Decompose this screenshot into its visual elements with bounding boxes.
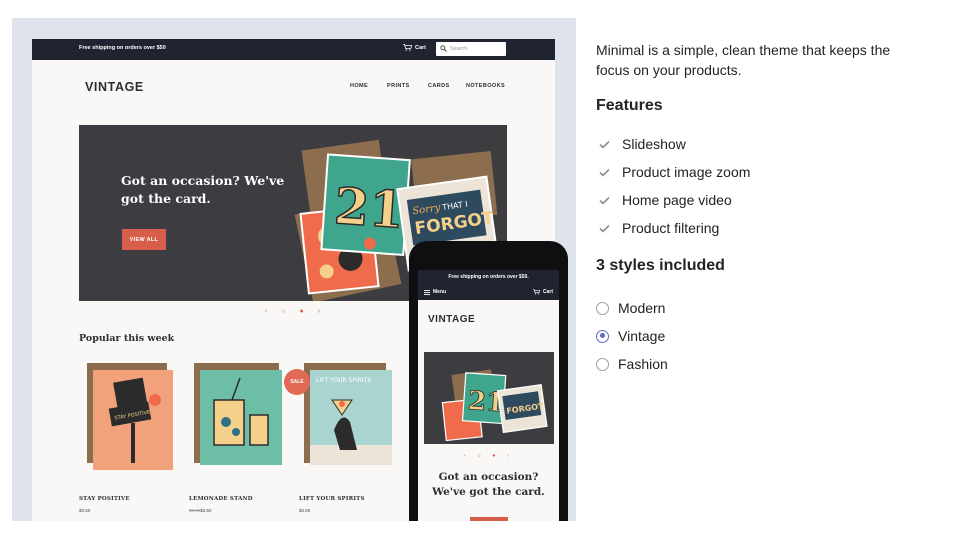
style-option-modern[interactable]: Modern bbox=[596, 300, 665, 316]
nav-cards[interactable]: CARDS bbox=[428, 83, 450, 89]
mobile-header-bar: Menu Cart bbox=[418, 285, 559, 300]
cart-icon bbox=[532, 289, 540, 295]
mobile-cart-label: Cart bbox=[542, 289, 553, 295]
announcement-bar: Free shipping on orders over $50 Cart Se… bbox=[32, 39, 555, 60]
product-name[interactable]: LEMONADE STAND bbox=[189, 496, 253, 502]
hero-card-number: 21 bbox=[332, 176, 406, 240]
cart-icon bbox=[403, 44, 412, 51]
cart-label: Cart bbox=[415, 44, 427, 51]
mobile-announcement: Free shipping on orders over $50. bbox=[418, 270, 559, 285]
slider-dots[interactable]: ‹ ○ ● › bbox=[265, 308, 326, 315]
feature-label: Home page video bbox=[622, 192, 732, 208]
nav-notebooks[interactable]: NOTEBOOKS bbox=[466, 83, 505, 89]
check-icon bbox=[598, 224, 610, 233]
product-name[interactable]: STAY POSITIVE bbox=[79, 496, 130, 502]
product-image-stay-positive[interactable]: STAY POSITIVE bbox=[85, 360, 177, 470]
product-image-lift-your-spirits[interactable]: LIFT YOUR SPIRITS bbox=[302, 360, 394, 470]
mobile-menu-label: Menu bbox=[433, 289, 447, 295]
features-heading: Features bbox=[596, 97, 663, 114]
feature-label: Product image zoom bbox=[622, 164, 751, 180]
style-radio-selected[interactable] bbox=[596, 329, 609, 343]
check-icon bbox=[598, 196, 610, 205]
mobile-screen: Free shipping on orders over $50. Menu C… bbox=[418, 270, 559, 521]
search-input[interactable]: Search bbox=[436, 42, 506, 56]
feature-label: Slideshow bbox=[622, 136, 686, 152]
theme-description: Minimal is a simple, clean theme that ke… bbox=[596, 42, 891, 78]
mobile-cart-link[interactable]: Cart bbox=[532, 289, 553, 295]
search-placeholder: Search bbox=[450, 46, 468, 52]
style-label[interactable]: Vintage bbox=[618, 328, 665, 344]
style-label[interactable]: Fashion bbox=[618, 356, 668, 372]
feature-item: Slideshow bbox=[596, 136, 686, 152]
feature-item: Product filtering bbox=[596, 220, 719, 236]
check-icon bbox=[598, 140, 610, 149]
store-logo[interactable]: VINTAGE bbox=[85, 80, 144, 94]
nav-prints[interactable]: PRINTS bbox=[387, 83, 410, 89]
mobile-store-logo[interactable]: VINTAGE bbox=[428, 314, 475, 325]
mobile-view-all-button[interactable] bbox=[470, 517, 508, 521]
mobile-menu-button[interactable]: Menu bbox=[424, 289, 446, 295]
mobile-preview: Free shipping on orders over $50. Menu C… bbox=[409, 241, 568, 521]
feature-item: Home page video bbox=[596, 192, 732, 208]
view-all-button[interactable]: VIEW ALL bbox=[122, 229, 166, 250]
section-title: Popular this week bbox=[79, 333, 175, 344]
styles-heading: 3 styles included bbox=[596, 257, 725, 274]
style-option-fashion[interactable]: Fashion bbox=[596, 356, 668, 372]
product-price: $3.50 bbox=[299, 508, 311, 513]
sale-badge: SALE bbox=[284, 369, 310, 395]
product-name[interactable]: LIFT YOUR SPIRITS bbox=[299, 496, 365, 502]
cart-link[interactable]: Cart bbox=[403, 44, 426, 51]
mobile-hero-illustration[interactable]: 21 FORGOT bbox=[424, 352, 554, 444]
mobile-hero-heading: Got an occasion? We've got the card. bbox=[432, 471, 545, 498]
feature-item: Product image zoom bbox=[596, 164, 750, 180]
product-price: $3.50 bbox=[79, 508, 91, 513]
theme-preview-panel: Free shipping on orders over $50 Cart Se… bbox=[12, 18, 576, 521]
product-price: $5.00$3.50 bbox=[189, 508, 212, 513]
hero-heading: Got an occasion? We've got the card. bbox=[121, 173, 285, 206]
style-option-vintage[interactable]: Vintage bbox=[596, 328, 665, 344]
menu-icon bbox=[424, 289, 430, 295]
product-image-lemonade-stand[interactable] bbox=[192, 360, 284, 470]
check-icon bbox=[598, 168, 610, 177]
nav-home[interactable]: HOME bbox=[350, 83, 368, 89]
mobile-slider-dots[interactable]: ‹ ○ ● › bbox=[464, 453, 514, 459]
compare-price: $5.00 bbox=[189, 508, 201, 513]
announcement-text: Free shipping on orders over $50 bbox=[79, 45, 166, 51]
style-radio[interactable] bbox=[596, 301, 609, 315]
style-label[interactable]: Modern bbox=[618, 300, 665, 316]
search-icon bbox=[440, 45, 447, 52]
feature-label: Product filtering bbox=[622, 220, 720, 236]
product-art-text-3: LIFT YOUR SPIRITS bbox=[316, 377, 371, 384]
style-radio[interactable] bbox=[596, 357, 609, 371]
